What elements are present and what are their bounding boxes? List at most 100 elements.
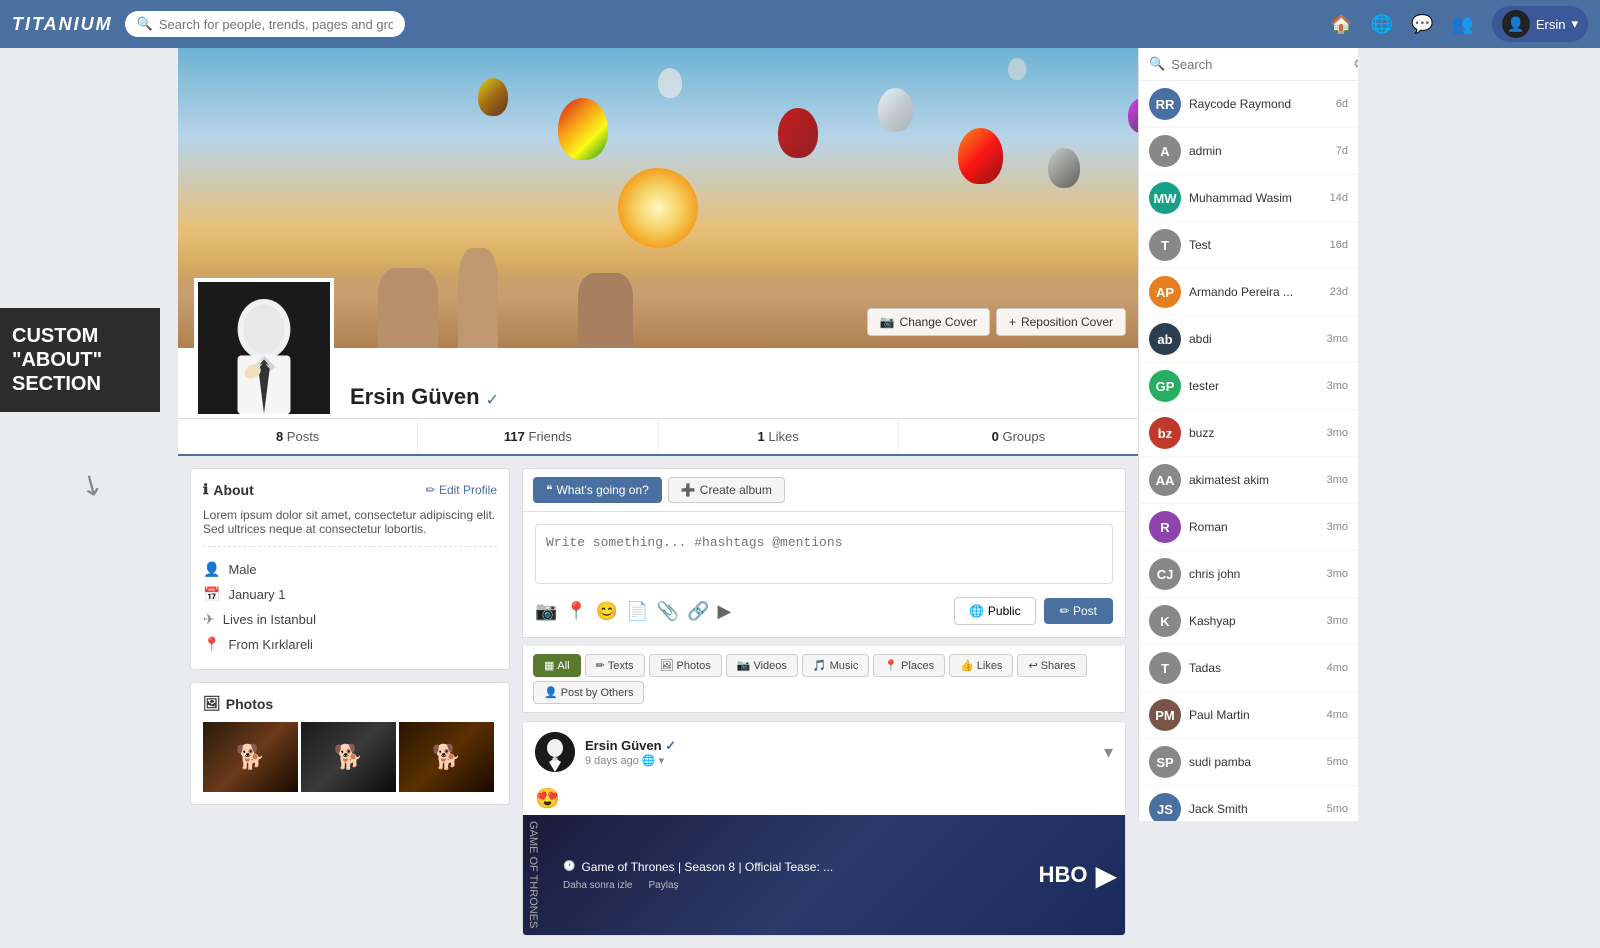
balloon-6 bbox=[958, 128, 1003, 184]
reposition-cover-button[interactable]: + Reposition Cover bbox=[996, 308, 1126, 336]
post-expand-button[interactable]: ▾ bbox=[1104, 742, 1113, 763]
main-search-bar[interactable]: 🔍 bbox=[125, 11, 405, 37]
sidebar-user-item[interactable]: bz buzz 3mo bbox=[1139, 410, 1358, 457]
post-media-thumbnail[interactable]: GAME OF THRONES 🕐 Game of Thrones | Seas… bbox=[523, 815, 1125, 935]
sidebar-user-name: Paul Martin bbox=[1189, 708, 1319, 722]
sidebar-gear-icon[interactable]: ⚙ bbox=[1353, 56, 1358, 72]
sidebar-user-item[interactable]: SP sudi pamba 5mo bbox=[1139, 739, 1358, 786]
sidebar-user-name: Armando Pereira ... bbox=[1189, 285, 1322, 299]
chat-icon[interactable]: 💬 bbox=[1411, 14, 1433, 35]
search-icon: 🔍 bbox=[137, 16, 153, 32]
post-submit-button[interactable]: ✏ Post bbox=[1044, 598, 1113, 624]
sidebar-user-item[interactable]: T Test 16d bbox=[1139, 222, 1358, 269]
home-icon[interactable]: 🏠 bbox=[1330, 14, 1352, 35]
sidebar-user-name: chris john bbox=[1189, 567, 1319, 581]
filter-likes[interactable]: 👍 Likes bbox=[949, 654, 1013, 677]
about-bio-text: Lorem ipsum dolor sit amet, consectetur … bbox=[203, 508, 497, 547]
like-icon: 👍 bbox=[960, 659, 974, 672]
post-reaction-emoji: 😍 bbox=[523, 782, 1125, 815]
sidebar-user-avatar: A bbox=[1149, 135, 1181, 167]
custom-about-annotation: CUSTOM "ABOUT" SECTION bbox=[0, 308, 160, 412]
filter-places[interactable]: 📍 Places bbox=[873, 654, 945, 677]
link-icon[interactable]: 🔗 bbox=[687, 601, 709, 622]
location-tag-icon[interactable]: 📍 bbox=[565, 601, 587, 622]
youtube-icon[interactable]: ▶ bbox=[718, 601, 732, 622]
logo: TITANIUM bbox=[12, 14, 113, 35]
filter-texts[interactable]: ✏ Texts bbox=[585, 654, 645, 677]
main-search-input[interactable] bbox=[159, 17, 393, 32]
filter-photos[interactable]: 🖼 Photos bbox=[649, 654, 722, 677]
sidebar-user-avatar: GP bbox=[1149, 370, 1181, 402]
post-input-area[interactable] bbox=[535, 524, 1113, 584]
tab-create-album[interactable]: ➕ Create album bbox=[668, 477, 785, 503]
sidebar-user-item[interactable]: CJ chris john 3mo bbox=[1139, 551, 1358, 598]
photos-section: 🖼 Photos 🐕 🐕 🐕 bbox=[190, 682, 510, 805]
post-time: 9 days ago 🌐 ▾ bbox=[585, 754, 1094, 767]
sidebar-user-item[interactable]: AA akimatest akim 3mo bbox=[1139, 457, 1358, 504]
friends-icon[interactable]: 👥 bbox=[1451, 14, 1473, 35]
share-icon: ↩ bbox=[1028, 659, 1037, 672]
sidebar-users-list: RR Raycode Raymond 6d A admin 7d MW Muha… bbox=[1139, 81, 1358, 821]
sidebar-user-item[interactable]: PM Paul Martin 4mo bbox=[1139, 692, 1358, 739]
watch-later-action[interactable]: Daha sonra izle bbox=[563, 880, 632, 891]
filter-shares[interactable]: ↩ Shares bbox=[1017, 654, 1086, 677]
sidebar-user-time: 3mo bbox=[1327, 521, 1348, 533]
filter-all[interactable]: ▦ All bbox=[533, 654, 581, 677]
sidebar-user-item[interactable]: RR Raycode Raymond 6d bbox=[1139, 81, 1358, 128]
photo-upload-icon[interactable]: 📷 bbox=[535, 601, 557, 622]
media-game-label: GAME OF THRONES bbox=[523, 817, 543, 932]
nav-icons: 🏠 🌐 💬 👥 👤 Ersin ▾ bbox=[1330, 6, 1588, 42]
change-cover-button[interactable]: 📷 Change Cover bbox=[867, 308, 990, 336]
stat-likes[interactable]: 1 Likes bbox=[659, 419, 899, 454]
sidebar-search-input[interactable] bbox=[1171, 57, 1347, 72]
filter-music[interactable]: 🎵 Music bbox=[802, 654, 869, 677]
privacy-button[interactable]: 🌐 Public bbox=[954, 597, 1036, 625]
stat-posts[interactable]: 8 Posts bbox=[178, 419, 418, 454]
about-title: ℹ About bbox=[203, 481, 254, 498]
stat-groups[interactable]: 0 Groups bbox=[899, 419, 1138, 454]
edit-profile-link[interactable]: ✏ Edit Profile bbox=[426, 483, 497, 497]
globe-icon[interactable]: 🌐 bbox=[1371, 14, 1393, 35]
sidebar-user-item[interactable]: T Tadas 4mo bbox=[1139, 645, 1358, 692]
sidebar-user-avatar: RR bbox=[1149, 88, 1181, 120]
photo-thumb-2[interactable]: 🐕 bbox=[301, 722, 396, 792]
user-menu[interactable]: 👤 Ersin ▾ bbox=[1492, 6, 1588, 42]
sidebar-user-item[interactable]: R Roman 3mo bbox=[1139, 504, 1358, 551]
verified-badge: ✓ bbox=[486, 390, 499, 410]
rock-pillar-1 bbox=[378, 268, 438, 348]
attachment-icon[interactable]: 📎 bbox=[657, 601, 679, 622]
photo-thumb-1[interactable]: 🐕 bbox=[203, 722, 298, 792]
sidebar-user-time: 16d bbox=[1330, 239, 1348, 251]
sidebar-user-time: 23d bbox=[1330, 286, 1348, 298]
sidebar-user-time: 3mo bbox=[1327, 333, 1348, 345]
document-icon[interactable]: 📄 bbox=[626, 601, 648, 622]
play-arrow-icon[interactable]: ▶ bbox=[1095, 859, 1117, 892]
sidebar-user-item[interactable]: JS Jack Smith 5mo bbox=[1139, 786, 1358, 821]
sidebar-user-avatar: R bbox=[1149, 511, 1181, 543]
move-icon: + bbox=[1009, 315, 1016, 329]
sidebar-user-name: buzz bbox=[1189, 426, 1319, 440]
share-action[interactable]: Paylaş bbox=[648, 880, 678, 891]
tab-whats-going-on[interactable]: ❝ What's going on? bbox=[533, 477, 662, 503]
sidebar-user-time: 5mo bbox=[1327, 803, 1348, 815]
left-sidebar: CUSTOM "ABOUT" SECTION ↘ bbox=[0, 48, 178, 948]
sidebar-user-item[interactable]: K Kashyap 3mo bbox=[1139, 598, 1358, 645]
stat-friends[interactable]: 117 Friends bbox=[418, 419, 658, 454]
filter-post-by-others[interactable]: 👤 Post by Others bbox=[533, 681, 644, 704]
place-icon: 📍 bbox=[884, 659, 898, 672]
sidebar-user-time: 14d bbox=[1330, 192, 1348, 204]
filter-videos[interactable]: 📷 Videos bbox=[726, 654, 798, 677]
sidebar-user-item[interactable]: AP Armando Pereira ... 23d bbox=[1139, 269, 1358, 316]
profile-bar: Ersin Güven ✓ bbox=[178, 348, 1138, 419]
photo-thumb-3[interactable]: 🐕 bbox=[399, 722, 494, 792]
emoji-icon[interactable]: 😊 bbox=[596, 601, 618, 622]
sidebar-user-item[interactable]: ab abdi 3mo bbox=[1139, 316, 1358, 363]
video-icon: 📷 bbox=[737, 659, 751, 672]
sidebar-user-item[interactable]: MW Muhammad Wasim 14d bbox=[1139, 175, 1358, 222]
sidebar-user-name: Kashyap bbox=[1189, 614, 1319, 628]
sidebar-user-item[interactable]: GP tester 3mo bbox=[1139, 363, 1358, 410]
sidebar-user-name: Test bbox=[1189, 238, 1322, 252]
plus-icon: ➕ bbox=[681, 483, 696, 497]
feed-panel: ❝ What's going on? ➕ Create album 📷 📍 bbox=[522, 468, 1126, 936]
sidebar-user-item[interactable]: A admin 7d bbox=[1139, 128, 1358, 175]
